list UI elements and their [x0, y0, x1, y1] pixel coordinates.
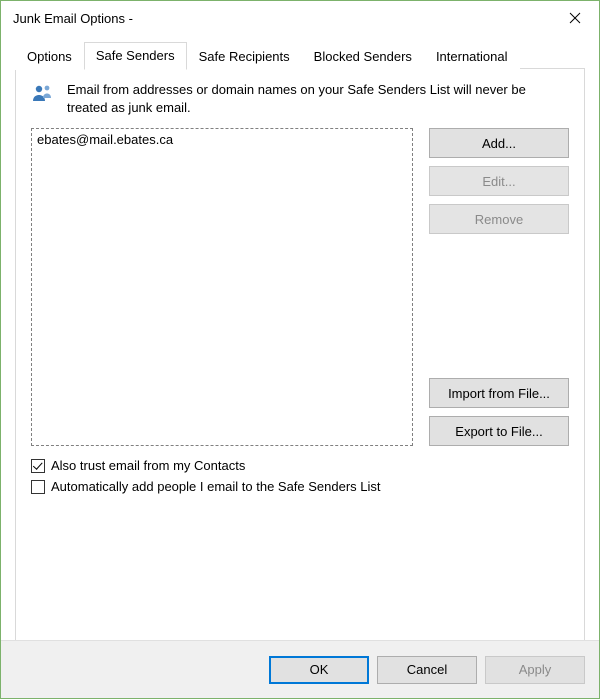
- safe-senders-listbox[interactable]: ebates@mail.ebates.ca: [31, 128, 413, 446]
- auto-add-label: Automatically add people I email to the …: [51, 479, 381, 494]
- cancel-button[interactable]: Cancel: [377, 656, 477, 684]
- checkbox-group: Also trust email from my Contacts Automa…: [31, 458, 569, 494]
- trust-contacts-checkbox[interactable]: [31, 459, 45, 473]
- trust-contacts-row[interactable]: Also trust email from my Contacts: [31, 458, 569, 473]
- tab-safe-senders[interactable]: Safe Senders: [84, 42, 187, 70]
- window-title: Junk Email Options -: [13, 11, 133, 26]
- remove-button[interactable]: Remove: [429, 204, 569, 234]
- dialog-footer: OK Cancel Apply: [1, 640, 599, 698]
- description-text: Email from addresses or domain names on …: [67, 81, 569, 116]
- side-buttons: Add... Edit... Remove Import from File..…: [429, 128, 569, 446]
- ok-button[interactable]: OK: [269, 656, 369, 684]
- export-to-file-button[interactable]: Export to File...: [429, 416, 569, 446]
- tab-options[interactable]: Options: [15, 43, 84, 70]
- close-button[interactable]: [555, 3, 595, 33]
- auto-add-row[interactable]: Automatically add people I email to the …: [31, 479, 569, 494]
- import-from-file-button[interactable]: Import from File...: [429, 378, 569, 408]
- tab-panel-safe-senders: Email from addresses or domain names on …: [15, 68, 585, 641]
- tab-international[interactable]: International: [424, 43, 520, 70]
- tab-blocked-senders[interactable]: Blocked Senders: [302, 43, 424, 70]
- people-icon: [31, 81, 57, 108]
- list-item[interactable]: ebates@mail.ebates.ca: [36, 131, 408, 148]
- auto-add-checkbox[interactable]: [31, 480, 45, 494]
- tab-container: Options Safe Senders Safe Recipients Blo…: [15, 39, 585, 69]
- edit-button[interactable]: Edit...: [429, 166, 569, 196]
- junk-email-options-window: Junk Email Options - Options Safe Sender…: [0, 0, 600, 699]
- titlebar: Junk Email Options -: [1, 1, 599, 35]
- apply-button[interactable]: Apply: [485, 656, 585, 684]
- tab-strip: Options Safe Senders Safe Recipients Blo…: [15, 39, 585, 69]
- tab-safe-recipients[interactable]: Safe Recipients: [187, 43, 302, 70]
- description-row: Email from addresses or domain names on …: [31, 81, 569, 116]
- trust-contacts-label: Also trust email from my Contacts: [51, 458, 245, 473]
- button-spacer: [429, 242, 569, 370]
- list-area: ebates@mail.ebates.ca Add... Edit... Rem…: [31, 128, 569, 446]
- add-button[interactable]: Add...: [429, 128, 569, 158]
- close-icon: [569, 12, 581, 24]
